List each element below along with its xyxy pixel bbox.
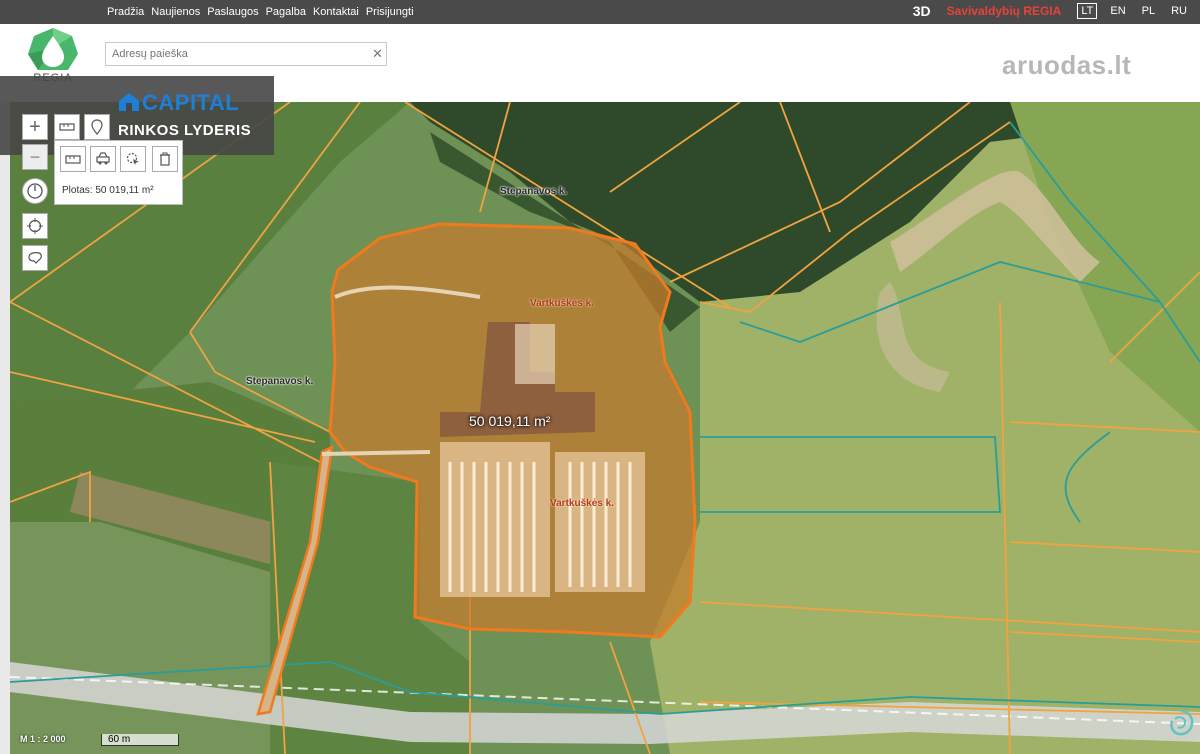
house-icon: [119, 93, 139, 111]
area-result-text: Plotas: 50 019,11 m²: [62, 185, 154, 196]
area-ruler-icon: [65, 155, 81, 164]
place-label-stepanavos-left: Stepanavos k.: [246, 376, 314, 387]
place-label-vartkuskes-top: Vartkuškės k.: [530, 298, 594, 309]
address-search-input[interactable]: [105, 42, 387, 66]
lang-ru[interactable]: RU: [1168, 4, 1190, 18]
measure-tool-panel: Plotas: 50 019,11 m²: [54, 140, 183, 205]
nav-link-pagalba[interactable]: Pagalba: [266, 6, 306, 18]
measure-area-button[interactable]: [60, 146, 86, 172]
mode-3d-button[interactable]: 3D: [913, 3, 931, 19]
nav-link-kontaktai[interactable]: Kontaktai: [313, 6, 359, 18]
map-view[interactable]: Stepanavos k. Stepanavos k. Vartkuškės k…: [10, 102, 1200, 754]
zoom-in-button[interactable]: +: [22, 114, 48, 140]
crosshair-icon: [27, 218, 43, 234]
map-scale-bar: 60 m: [101, 734, 179, 746]
select-tool-button[interactable]: [120, 146, 146, 172]
nav-link-naujienos[interactable]: Naujienos: [151, 6, 200, 18]
place-label-stepanavos-top: Stepanavos k.: [500, 186, 568, 197]
top-navigation: Pradžia Naujienos Paslaugos Pagalba Kont…: [0, 0, 1200, 24]
nav-right: 3D Savivaldybių REGIA LT EN PL RU: [913, 3, 1190, 19]
lang-pl[interactable]: PL: [1139, 4, 1158, 18]
place-label-vartkuskes-bottom: Vartkuškės k.: [550, 498, 614, 509]
minus-icon: −: [29, 146, 41, 167]
nav-link-pradzia[interactable]: Pradžia: [107, 6, 144, 18]
trash-icon: [160, 152, 170, 166]
car-icon: [96, 152, 110, 165]
ruler-icon: [59, 123, 75, 131]
nav-links: Pradžia Naujienos Paslaugos Pagalba Kont…: [107, 6, 414, 18]
delete-measure-button[interactable]: [152, 146, 178, 172]
power-tool-button[interactable]: [22, 178, 48, 204]
cursor-select-icon: [126, 152, 139, 165]
lasso-icon: [28, 252, 42, 264]
locate-button[interactable]: [22, 213, 48, 239]
lang-en[interactable]: EN: [1107, 4, 1128, 18]
regia-logo-icon: [28, 28, 78, 70]
aruodas-watermark: aruodas.lt: [1002, 50, 1132, 80]
brand-regia-link[interactable]: Savivaldybių REGIA: [947, 4, 1062, 18]
route-tool-button[interactable]: [90, 146, 116, 172]
plus-icon: +: [29, 115, 41, 138]
measure-distance-button[interactable]: [54, 114, 80, 140]
zoom-out-button[interactable]: −: [22, 144, 48, 170]
place-marker-button[interactable]: [84, 114, 110, 140]
ad-banner-tagline: RINKOS LYDERIS: [118, 122, 252, 139]
search-clear-icon[interactable]: ✕: [372, 46, 383, 62]
map-provider-logo-icon: [1170, 709, 1194, 736]
ad-banner-brand: CAPITAL: [142, 90, 240, 115]
area-measurement-label: 50 019,11 m²: [469, 413, 551, 429]
draw-shape-button[interactable]: [22, 245, 48, 271]
lang-lt[interactable]: LT: [1077, 3, 1098, 19]
power-icon: [27, 183, 43, 199]
nav-link-prisijungti[interactable]: Prisijungti: [366, 6, 414, 18]
nav-link-paslaugos[interactable]: Paslaugos: [207, 6, 258, 18]
map-pin-icon: [91, 119, 103, 135]
map-canvas: [10, 102, 1200, 754]
map-scale-text: M 1 : 2 000: [20, 734, 66, 744]
